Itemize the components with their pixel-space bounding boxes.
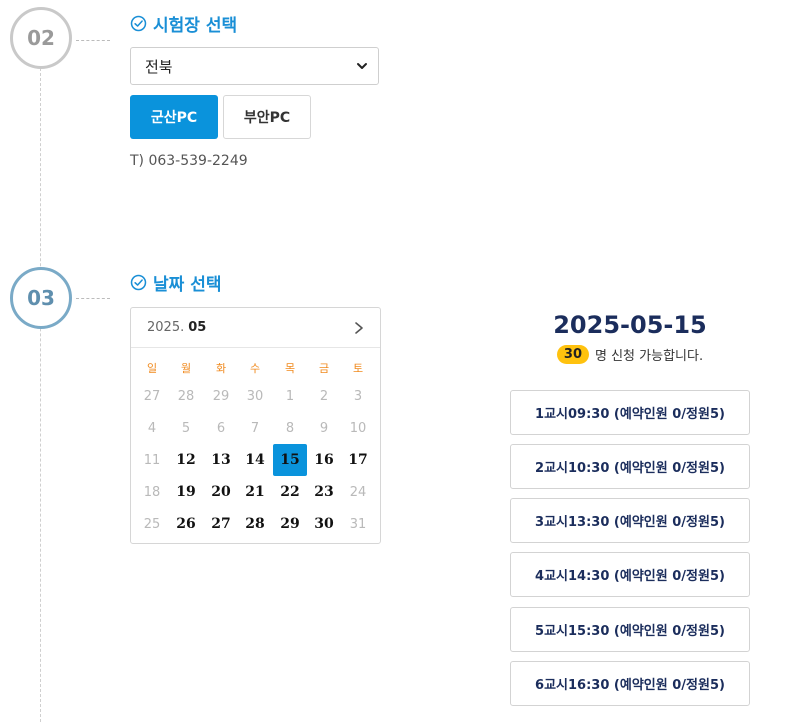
selected-date-title: 2025-05-15 <box>553 311 707 339</box>
chevron-right-icon[interactable] <box>352 320 366 336</box>
step-number: 03 <box>27 286 55 310</box>
availability-text: 명 신청 가능합니다. <box>595 349 704 364</box>
check-circle-icon <box>130 274 147 291</box>
calendar-day: 27 <box>143 388 161 404</box>
calendar-day: 11 <box>143 452 161 468</box>
calendar-weekday: 수 <box>249 362 261 375</box>
calendar-day[interactable]: 30 <box>307 508 341 540</box>
calendar-weekday: 금 <box>318 362 330 375</box>
calendar-day[interactable]: 13 <box>204 444 238 476</box>
calendar-day[interactable]: 20 <box>204 476 238 508</box>
branch-button-label: 부안PC <box>243 110 291 126</box>
branch-button-buan[interactable]: 부안PC <box>223 95 311 139</box>
branch-button-gunsan[interactable]: 군산PC <box>130 95 218 139</box>
calendar-day: 8 <box>285 420 295 436</box>
calendar-weekday: 토 <box>352 362 364 375</box>
time-slot-button[interactable]: 6교시16:30 (예약인원 0/정원5) <box>510 661 750 706</box>
calendar-header: 2025. 05 <box>131 308 380 348</box>
branch-button-label: 군산PC <box>150 110 198 126</box>
calendar-day[interactable]: 21 <box>238 476 272 508</box>
calendar-day: 9 <box>319 420 329 436</box>
calendar-day: 6 <box>216 420 226 436</box>
step-02-circle: 02 <box>10 7 72 69</box>
time-slot-button[interactable]: 4교시14:30 (예약인원 0/정원5) <box>510 552 750 597</box>
section-title-date: 날짜 선택 <box>130 270 221 295</box>
calendar-day: 10 <box>349 420 367 436</box>
calendar: 2025. 05 일 월 화 수 목 금 토 27 28 29 30 1 2 3 4 5 6 7 8 9 10 11 12 1… <box>130 307 381 544</box>
section-title-text: 시험장 선택 <box>153 16 238 36</box>
calendar-weekday: 월 <box>180 362 192 375</box>
calendar-day: 3 <box>353 388 363 404</box>
section-title-exam-site: 시험장 선택 <box>130 11 237 36</box>
calendar-day[interactable]: 27 <box>204 508 238 540</box>
calendar-day: 29 <box>212 388 230 404</box>
calendar-day: 30 <box>246 388 264 404</box>
calendar-month: 05 <box>188 320 207 335</box>
calendar-day: 24 <box>349 484 367 500</box>
step-connector <box>76 298 110 299</box>
time-slot-button[interactable]: 5교시15:30 (예약인원 0/정원5) <box>510 607 750 652</box>
step-number: 02 <box>27 26 55 50</box>
time-slot-button[interactable]: 3교시13:30 (예약인원 0/정원5) <box>510 498 750 543</box>
check-circle-icon <box>130 15 147 32</box>
calendar-day[interactable]: 23 <box>307 476 341 508</box>
time-slot-button[interactable]: 1교시09:30 (예약인원 0/정원5) <box>510 390 750 435</box>
chevron-down-icon <box>357 63 367 69</box>
available-count-badge: 30 <box>556 345 589 364</box>
region-select[interactable]: 전북 <box>130 47 379 85</box>
step-timeline <box>40 68 41 722</box>
calendar-day[interactable]: 26 <box>169 508 203 540</box>
calendar-day-selected[interactable]: 15 <box>273 444 307 476</box>
calendar-day: 25 <box>143 516 161 532</box>
availability-line: 30 명 신청 가능합니다. <box>510 345 750 364</box>
calendar-day: 5 <box>181 420 191 436</box>
calendar-day[interactable]: 17 <box>341 444 375 476</box>
step-03-circle: 03 <box>10 267 72 329</box>
calendar-day[interactable]: 12 <box>169 444 203 476</box>
calendar-day: 1 <box>285 388 295 404</box>
calendar-year: 2025. <box>147 320 185 335</box>
calendar-weekday: 일 <box>146 362 158 375</box>
calendar-day: 28 <box>177 388 195 404</box>
region-select-value: 전북 <box>145 57 173 76</box>
calendar-day[interactable]: 22 <box>273 476 307 508</box>
calendar-day: 4 <box>147 420 157 436</box>
calendar-weekday: 화 <box>215 362 227 375</box>
section-title-text: 날짜 선택 <box>153 275 222 295</box>
calendar-day: 31 <box>349 516 367 532</box>
step-connector <box>76 40 110 41</box>
time-slot-button[interactable]: 2교시10:30 (예약인원 0/정원5) <box>510 444 750 489</box>
calendar-day[interactable]: 14 <box>238 444 272 476</box>
calendar-day[interactable]: 29 <box>273 508 307 540</box>
calendar-day: 2 <box>319 388 329 404</box>
calendar-day[interactable]: 28 <box>238 508 272 540</box>
phone-number: T) 063-539-2249 <box>130 153 248 169</box>
calendar-day[interactable]: 19 <box>169 476 203 508</box>
calendar-day: 18 <box>143 484 161 500</box>
calendar-day: 7 <box>250 420 260 436</box>
calendar-day[interactable]: 16 <box>307 444 341 476</box>
calendar-weekday: 목 <box>284 362 296 375</box>
